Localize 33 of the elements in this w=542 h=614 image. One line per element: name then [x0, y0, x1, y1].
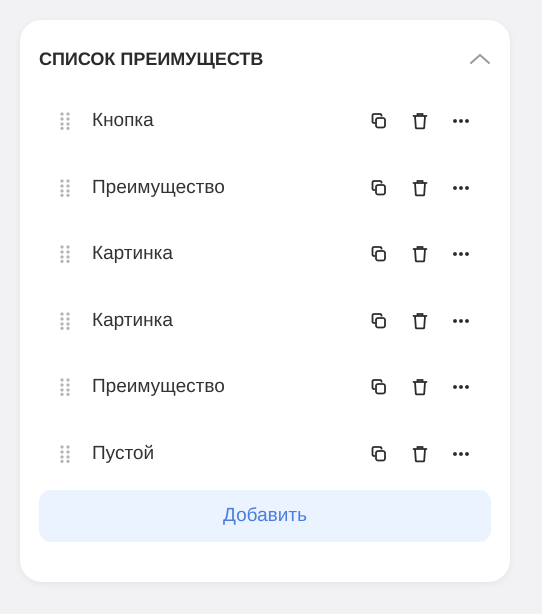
item-label: Кнопка [92, 110, 155, 132]
more-icon[interactable] [452, 184, 470, 191]
drag-handle-icon[interactable] [60, 378, 70, 396]
more-icon[interactable] [452, 118, 470, 124]
item-label: Картинка [92, 310, 174, 332]
delete-icon[interactable] [412, 378, 428, 396]
more-icon[interactable] [452, 384, 470, 390]
drag-handle-icon[interactable] [60, 312, 70, 330]
copy-icon[interactable] [370, 312, 388, 330]
item-label: Преимущество [92, 176, 226, 199]
delete-icon[interactable] [412, 444, 428, 463]
item-label: Картинка [92, 243, 174, 266]
drag-handle-icon[interactable] [60, 444, 70, 463]
more-icon[interactable] [452, 251, 470, 258]
drag-handle-icon[interactable] [60, 245, 70, 264]
copy-icon[interactable] [370, 178, 388, 197]
panel-title: СПИСОК ПРЕИМУЩЕСТВ [39, 48, 264, 70]
copy-icon[interactable] [370, 444, 388, 463]
delete-icon[interactable] [412, 312, 428, 330]
more-icon[interactable] [452, 450, 470, 457]
item-label: Пустой [92, 442, 156, 465]
delete-icon[interactable] [412, 112, 428, 130]
copy-icon[interactable] [370, 245, 388, 264]
more-icon[interactable] [452, 318, 470, 324]
drag-handle-icon[interactable] [60, 178, 70, 197]
copy-icon[interactable] [370, 112, 388, 130]
delete-icon[interactable] [412, 245, 428, 264]
delete-icon[interactable] [412, 178, 428, 197]
item-label: Преимущество [92, 376, 226, 398]
add-button[interactable]: Добавить [39, 490, 491, 542]
copy-icon[interactable] [370, 378, 388, 396]
drag-handle-icon[interactable] [60, 112, 70, 130]
chevron-icon[interactable] [469, 53, 491, 65]
